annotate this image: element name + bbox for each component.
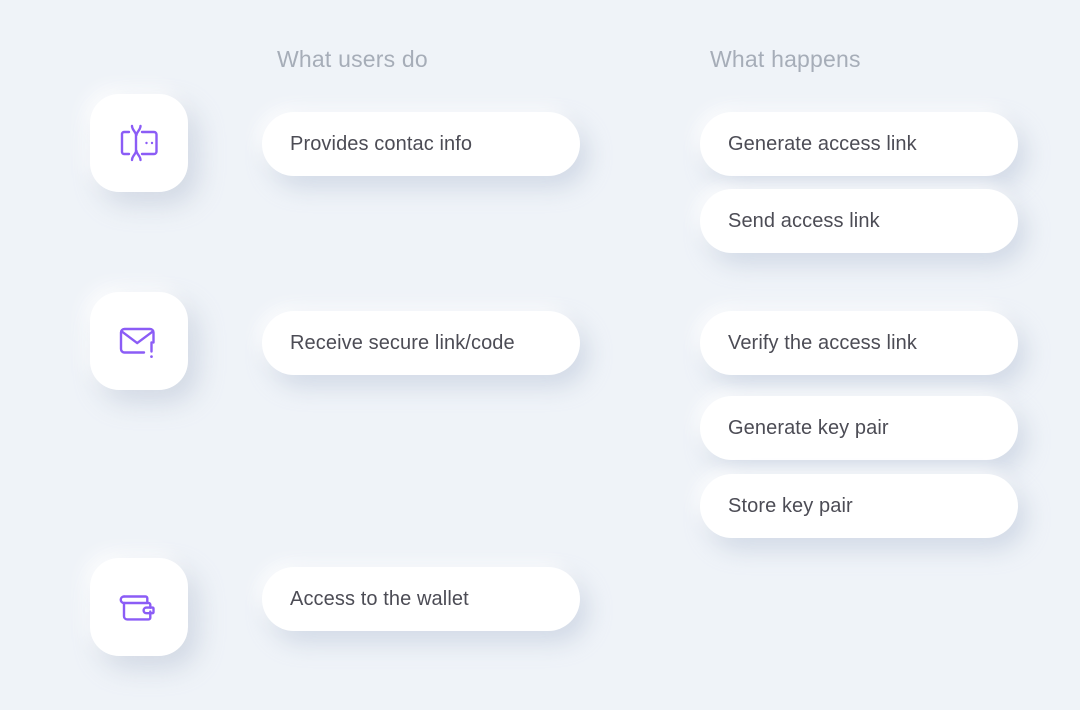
column-header-what-users-do: What users do	[277, 46, 428, 72]
flow-diagram-canvas: What users do What happens Provides cont…	[0, 0, 1080, 710]
system-step-pill[interactable]: Store key pair	[700, 474, 1018, 538]
icon-card-contact	[90, 94, 188, 192]
icon-card-wallet	[90, 558, 188, 656]
system-step-pill[interactable]: Generate access link	[700, 112, 1018, 176]
user-step-pill[interactable]: Provides contac info	[262, 112, 580, 176]
system-step-label: Send access link	[728, 209, 880, 232]
system-step-label: Store key pair	[728, 494, 853, 517]
user-step-pill[interactable]: Access to the wallet	[262, 567, 580, 631]
user-step-label: Access to the wallet	[290, 587, 469, 610]
user-step-label: Provides contac info	[290, 132, 473, 155]
column-header-what-happens: What happens	[710, 46, 861, 72]
envelope-alert-icon	[111, 313, 167, 369]
system-step-label: Verify the access link	[728, 331, 917, 354]
system-step-pill[interactable]: Generate key pair	[700, 396, 1018, 460]
contact-card-icon	[111, 115, 167, 171]
system-step-pill[interactable]: Send access link	[700, 189, 1018, 253]
icon-card-envelope	[90, 292, 188, 390]
wallet-icon	[111, 579, 167, 635]
system-step-pill[interactable]: Verify the access link	[700, 311, 1018, 375]
system-step-label: Generate key pair	[728, 416, 889, 439]
user-step-label: Receive secure link/code	[290, 331, 515, 354]
system-step-label: Generate access link	[728, 132, 917, 155]
user-step-pill[interactable]: Receive secure link/code	[262, 311, 580, 375]
